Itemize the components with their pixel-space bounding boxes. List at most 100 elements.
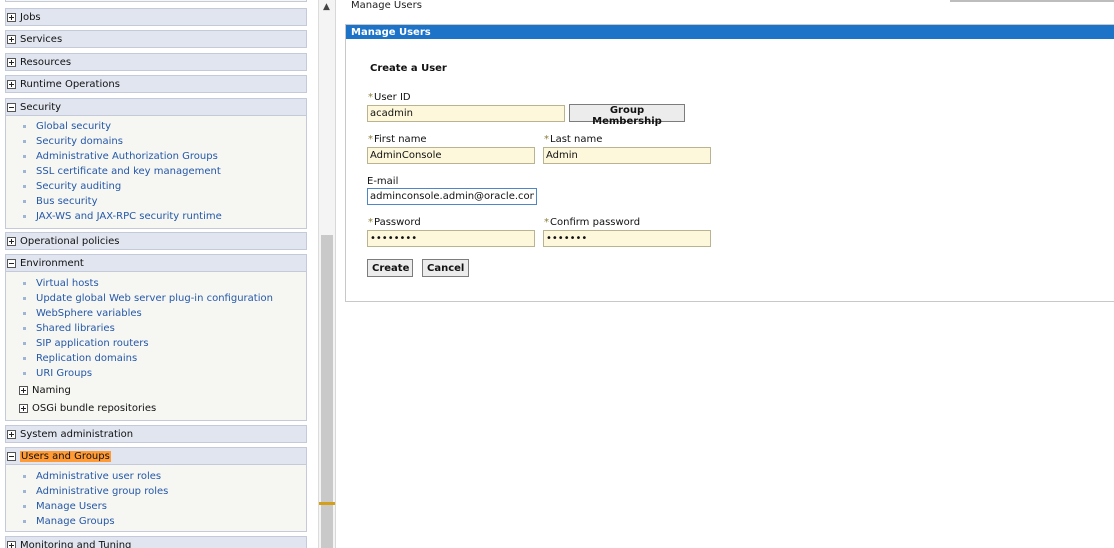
email-field[interactable]	[367, 188, 537, 205]
nav-item-sip-routers[interactable]: SIP application routers	[23, 336, 149, 350]
nav-item-bus-security[interactable]: Bus security	[23, 194, 98, 208]
bullet-icon	[23, 124, 26, 128]
user-id-field[interactable]	[367, 105, 565, 122]
required-marker: *	[544, 217, 549, 228]
confirm-password-label: *Confirm password	[544, 217, 640, 228]
nav-group-label: Services	[20, 33, 63, 45]
nav-link[interactable]: Manage Groups	[36, 516, 115, 527]
nav-link[interactable]: Administrative group roles	[36, 486, 168, 497]
nav-group-services[interactable]: Services	[5, 30, 307, 48]
nav-group-operational-policies[interactable]: Operational policies	[5, 232, 307, 250]
nav-subgroup-label: Naming	[32, 384, 71, 396]
nav-group-label: Users and Groups	[20, 450, 111, 462]
expand-icon[interactable]	[7, 57, 16, 67]
collapse-icon[interactable]	[7, 451, 16, 461]
expand-icon[interactable]	[19, 385, 28, 395]
nav-item-replication-domains[interactable]: Replication domains	[23, 351, 137, 365]
bullet-icon	[23, 341, 26, 345]
confirm-password-field[interactable]	[543, 230, 711, 247]
nav-link[interactable]: SSL certificate and key management	[36, 166, 221, 177]
nav-link[interactable]: Administrative user roles	[36, 471, 161, 482]
nav-link[interactable]: Update global Web server plug-in configu…	[36, 293, 273, 304]
nav-link[interactable]: JAX-WS and JAX-RPC security runtime	[36, 211, 222, 222]
user-id-label: *User ID	[368, 92, 411, 103]
nav-item-jax-ws-security[interactable]: JAX-WS and JAX-RPC security runtime	[23, 209, 222, 223]
nav-group-security[interactable]: Security	[5, 98, 307, 116]
bullet-icon	[23, 371, 26, 375]
group-membership-button[interactable]: Group Membership	[569, 104, 685, 127]
nav-previous-section-edge	[5, 0, 307, 2]
nav-item-manage-users[interactable]: Manage Users	[23, 499, 107, 513]
expand-icon[interactable]	[7, 540, 16, 548]
nav-item-shared-libraries[interactable]: Shared libraries	[23, 321, 115, 335]
nav-group-monitoring-and-tuning[interactable]: Monitoring and Tuning	[5, 536, 307, 548]
last-name-field[interactable]	[543, 147, 711, 164]
bullet-icon	[23, 326, 26, 330]
nav-link[interactable]: Replication domains	[36, 353, 137, 364]
resize-handle[interactable]	[319, 502, 335, 505]
nav-group-users-and-groups[interactable]: Users and Groups	[5, 447, 307, 465]
nav-group-label: Monitoring and Tuning	[20, 539, 132, 548]
scroll-up-icon[interactable]: ▲	[323, 2, 330, 12]
nav-item-update-plugin-config[interactable]: Update global Web server plug-in configu…	[23, 291, 273, 305]
collapse-icon[interactable]	[7, 258, 16, 268]
first-name-label: *First name	[368, 134, 427, 145]
last-name-label: *Last name	[544, 134, 602, 145]
nav-link[interactable]: WebSphere variables	[36, 308, 142, 319]
nav-link[interactable]: Shared libraries	[36, 323, 115, 334]
first-name-label-text: First name	[374, 134, 427, 145]
form-title: Create a User	[370, 63, 447, 74]
expand-icon[interactable]	[7, 34, 16, 44]
nav-scrollbar[interactable]: ▲	[318, 0, 336, 548]
nav-group-environment[interactable]: Environment	[5, 254, 307, 272]
bullet-icon	[23, 474, 26, 478]
nav-link[interactable]: Bus security	[36, 196, 98, 207]
nav-link[interactable]: Administrative Authorization Groups	[36, 151, 218, 162]
nav-group-runtime-operations[interactable]: Runtime Operations	[5, 75, 307, 93]
nav-item-admin-authorization-groups[interactable]: Administrative Authorization Groups	[23, 149, 218, 163]
nav-item-security-domains[interactable]: Security domains	[23, 134, 123, 148]
collapse-icon[interactable]	[7, 102, 16, 112]
cancel-button[interactable]: Cancel	[422, 259, 469, 277]
nav-item-global-security[interactable]: Global security	[23, 119, 111, 133]
nav-item-admin-user-roles[interactable]: Administrative user roles	[23, 469, 161, 483]
first-name-field[interactable]	[367, 147, 535, 164]
bullet-icon	[23, 154, 26, 158]
nav-link[interactable]: Virtual hosts	[36, 278, 99, 289]
expand-icon[interactable]	[19, 403, 28, 413]
expand-icon[interactable]	[7, 79, 16, 89]
nav-item-uri-groups[interactable]: URI Groups	[23, 366, 92, 380]
expand-icon[interactable]	[7, 12, 16, 22]
nav-item-virtual-hosts[interactable]: Virtual hosts	[23, 276, 99, 290]
bullet-icon	[23, 169, 26, 173]
nav-link[interactable]: Security domains	[36, 136, 123, 147]
nav-group-label: Security	[20, 101, 62, 113]
nav-group-security-body: Global security Security domains Adminis…	[5, 116, 307, 229]
expand-icon[interactable]	[7, 236, 16, 246]
password-field[interactable]	[367, 230, 535, 247]
nav-item-manage-groups[interactable]: Manage Groups	[23, 514, 115, 528]
nav-item-ssl-certificate[interactable]: SSL certificate and key management	[23, 164, 221, 178]
nav-link[interactable]: URI Groups	[36, 368, 92, 379]
nav-group-label: Jobs	[20, 11, 41, 23]
nav-subgroup-naming[interactable]: Naming	[19, 383, 71, 397]
required-marker: *	[368, 134, 373, 145]
nav-link[interactable]: SIP application routers	[36, 338, 149, 349]
nav-group-label: System administration	[20, 428, 134, 440]
create-button[interactable]: Create	[367, 259, 413, 277]
nav-item-admin-group-roles[interactable]: Administrative group roles	[23, 484, 168, 498]
nav-link[interactable]: Security auditing	[36, 181, 121, 192]
nav-group-label: Environment	[20, 257, 84, 269]
nav-item-websphere-variables[interactable]: WebSphere variables	[23, 306, 142, 320]
nav-group-environment-body: Virtual hosts Update global Web server p…	[5, 272, 307, 421]
nav-group-system-administration[interactable]: System administration	[5, 425, 307, 443]
expand-icon[interactable]	[7, 429, 16, 439]
nav-group-resources[interactable]: Resources	[5, 53, 307, 71]
nav-link[interactable]: Manage Users	[36, 501, 107, 512]
nav-item-security-auditing[interactable]: Security auditing	[23, 179, 121, 193]
nav-subgroup-osgi[interactable]: OSGi bundle repositories	[19, 401, 156, 415]
nav-group-label: Resources	[20, 56, 72, 68]
nav-group-jobs[interactable]: Jobs	[5, 8, 307, 26]
nav-link[interactable]: Global security	[36, 121, 111, 132]
password-label: *Password	[368, 217, 421, 228]
